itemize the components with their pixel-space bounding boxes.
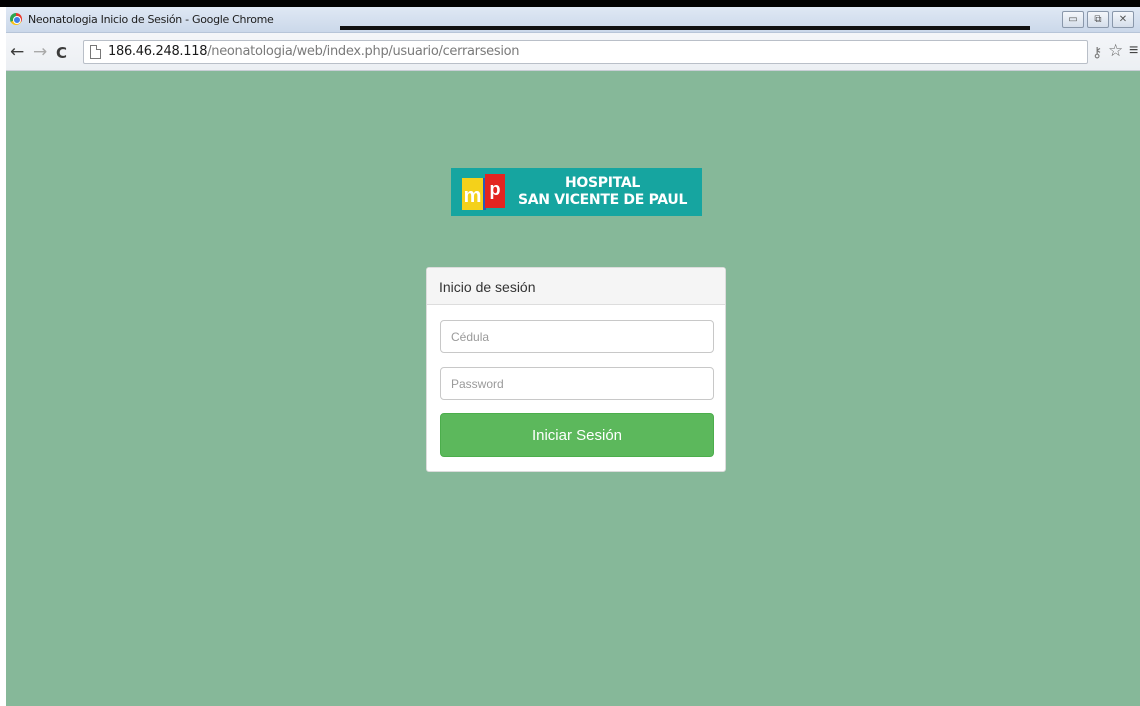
window-frame-top xyxy=(0,0,1140,7)
forward-arrow-icon[interactable]: → xyxy=(33,44,47,61)
close-button[interactable]: ✕ xyxy=(1112,11,1134,28)
chrome-logo-icon xyxy=(10,13,22,25)
logo-line-1: HOSPITAL xyxy=(565,175,640,191)
reload-icon[interactable]: C xyxy=(56,45,67,61)
browser-toolbar: ← → C 186.46.248.118/neonatologia/web/in… xyxy=(6,33,1140,71)
password-input[interactable] xyxy=(440,367,714,400)
page-viewport: m p HOSPITAL SAN VICENTE DE PAUL Inicio … xyxy=(6,71,1140,706)
login-panel-title: Inicio de sesión xyxy=(427,268,725,305)
minimize-button[interactable]: ▭ xyxy=(1062,11,1084,28)
cedula-input[interactable] xyxy=(440,320,714,353)
back-arrow-icon[interactable]: ← xyxy=(10,44,24,61)
menu-icon[interactable]: ≡ xyxy=(1129,42,1138,60)
login-panel: Inicio de sesión Iniciar Sesión xyxy=(426,267,726,472)
restore-button[interactable]: ⧉ xyxy=(1087,11,1109,28)
logo-line-2: SAN VICENTE DE PAUL xyxy=(517,192,688,208)
bookmark-star-icon[interactable]: ☆ xyxy=(1108,41,1123,61)
msp-logo: m p xyxy=(451,168,511,216)
logo-text: HOSPITAL SAN VICENTE DE PAUL xyxy=(511,175,702,209)
logo-letter-p: p xyxy=(485,174,505,208)
window-title: Neonatologia Inicio de Sesión - Google C… xyxy=(28,13,274,26)
url-path: /neonatologia/web/index.php/usuario/cerr… xyxy=(207,44,520,59)
window-controls: ▭ ⧉ ✕ xyxy=(1062,11,1134,28)
page-icon xyxy=(90,45,101,59)
key-icon[interactable]: ⚷ xyxy=(1092,44,1102,61)
url-host: 186.46.248.118 xyxy=(108,44,208,59)
tab-strip-edge xyxy=(340,26,1030,30)
address-bar[interactable]: 186.46.248.118/neonatologia/web/index.ph… xyxy=(83,40,1088,64)
logo-letter-m: m xyxy=(462,178,486,210)
url-text[interactable]: 186.46.248.118/neonatologia/web/index.ph… xyxy=(108,44,520,59)
login-button[interactable]: Iniciar Sesión xyxy=(440,413,714,457)
hospital-logo-banner: m p HOSPITAL SAN VICENTE DE PAUL xyxy=(451,168,702,216)
